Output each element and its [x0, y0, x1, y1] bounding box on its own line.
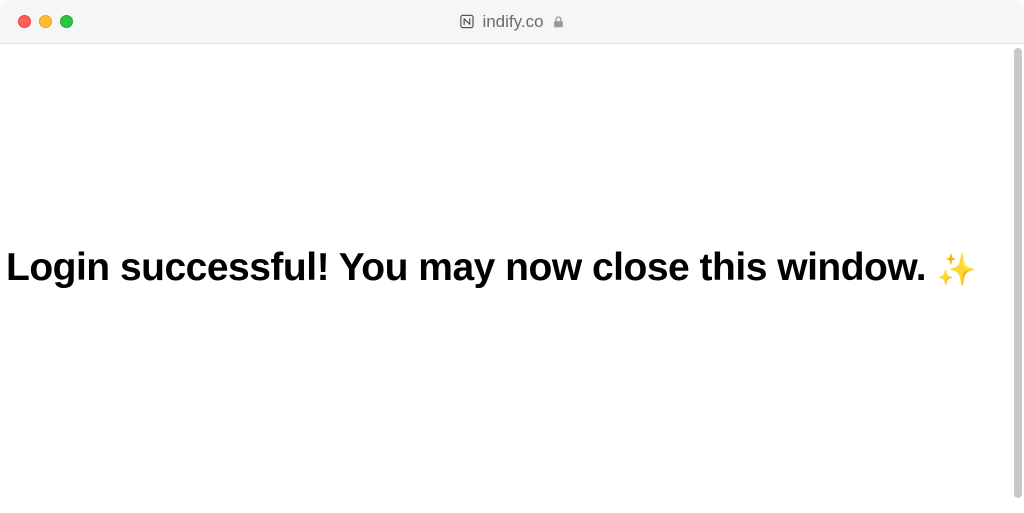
lock-icon	[552, 15, 566, 29]
address-bar[interactable]: indify.co	[458, 12, 565, 32]
site-favicon-icon	[458, 14, 474, 30]
sparkles-icon: ✨	[936, 252, 975, 288]
close-window-button[interactable]	[18, 15, 31, 28]
page-content: Login successful! You may now close this…	[0, 44, 1024, 513]
login-success-message: Login successful! You may now close this…	[6, 244, 1006, 293]
window-controls	[18, 15, 73, 28]
vertical-scrollbar[interactable]	[1014, 48, 1022, 498]
maximize-window-button[interactable]	[60, 15, 73, 28]
minimize-window-button[interactable]	[39, 15, 52, 28]
message-text: Login successful! You may now close this…	[6, 246, 926, 289]
address-domain: indify.co	[482, 12, 543, 32]
browser-titlebar: indify.co	[0, 0, 1024, 44]
